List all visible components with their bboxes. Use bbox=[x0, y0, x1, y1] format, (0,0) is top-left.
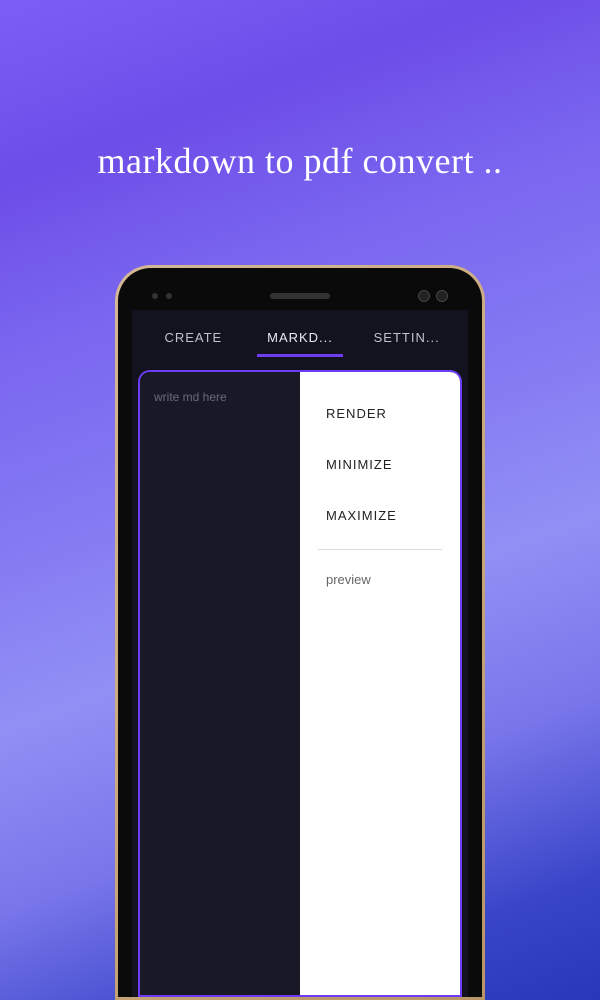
sensor-icon bbox=[166, 293, 172, 299]
preview-label: preview bbox=[314, 564, 446, 595]
phone-frame: CREATE MARKD... SETTIN... write md here … bbox=[115, 265, 485, 1000]
sensor-icon bbox=[152, 293, 158, 299]
maximize-button[interactable]: MAXIMIZE bbox=[314, 490, 446, 541]
divider bbox=[318, 549, 442, 550]
editor-pane[interactable]: write md here bbox=[140, 372, 300, 995]
tab-create[interactable]: CREATE bbox=[140, 314, 247, 361]
app-screen: CREATE MARKD... SETTIN... write md here … bbox=[132, 310, 468, 997]
camera-icon bbox=[418, 290, 430, 302]
tab-markdown[interactable]: MARKD... bbox=[247, 314, 354, 361]
preview-pane: RENDER MINIMIZE MAXIMIZE preview bbox=[300, 372, 460, 995]
tab-settings[interactable]: SETTIN... bbox=[353, 314, 460, 361]
camera-icon bbox=[436, 290, 448, 302]
page-title: markdown to pdf convert .. bbox=[0, 0, 600, 182]
speaker-icon bbox=[270, 293, 330, 299]
phone-inner: CREATE MARKD... SETTIN... write md here … bbox=[118, 268, 482, 997]
minimize-button[interactable]: MINIMIZE bbox=[314, 439, 446, 490]
tab-bar: CREATE MARKD... SETTIN... bbox=[132, 310, 468, 364]
editor-placeholder: write md here bbox=[154, 390, 286, 404]
content-frame: write md here RENDER MINIMIZE MAXIMIZE p… bbox=[138, 370, 462, 997]
render-button[interactable]: RENDER bbox=[314, 388, 446, 439]
phone-hardware-top bbox=[132, 282, 468, 310]
